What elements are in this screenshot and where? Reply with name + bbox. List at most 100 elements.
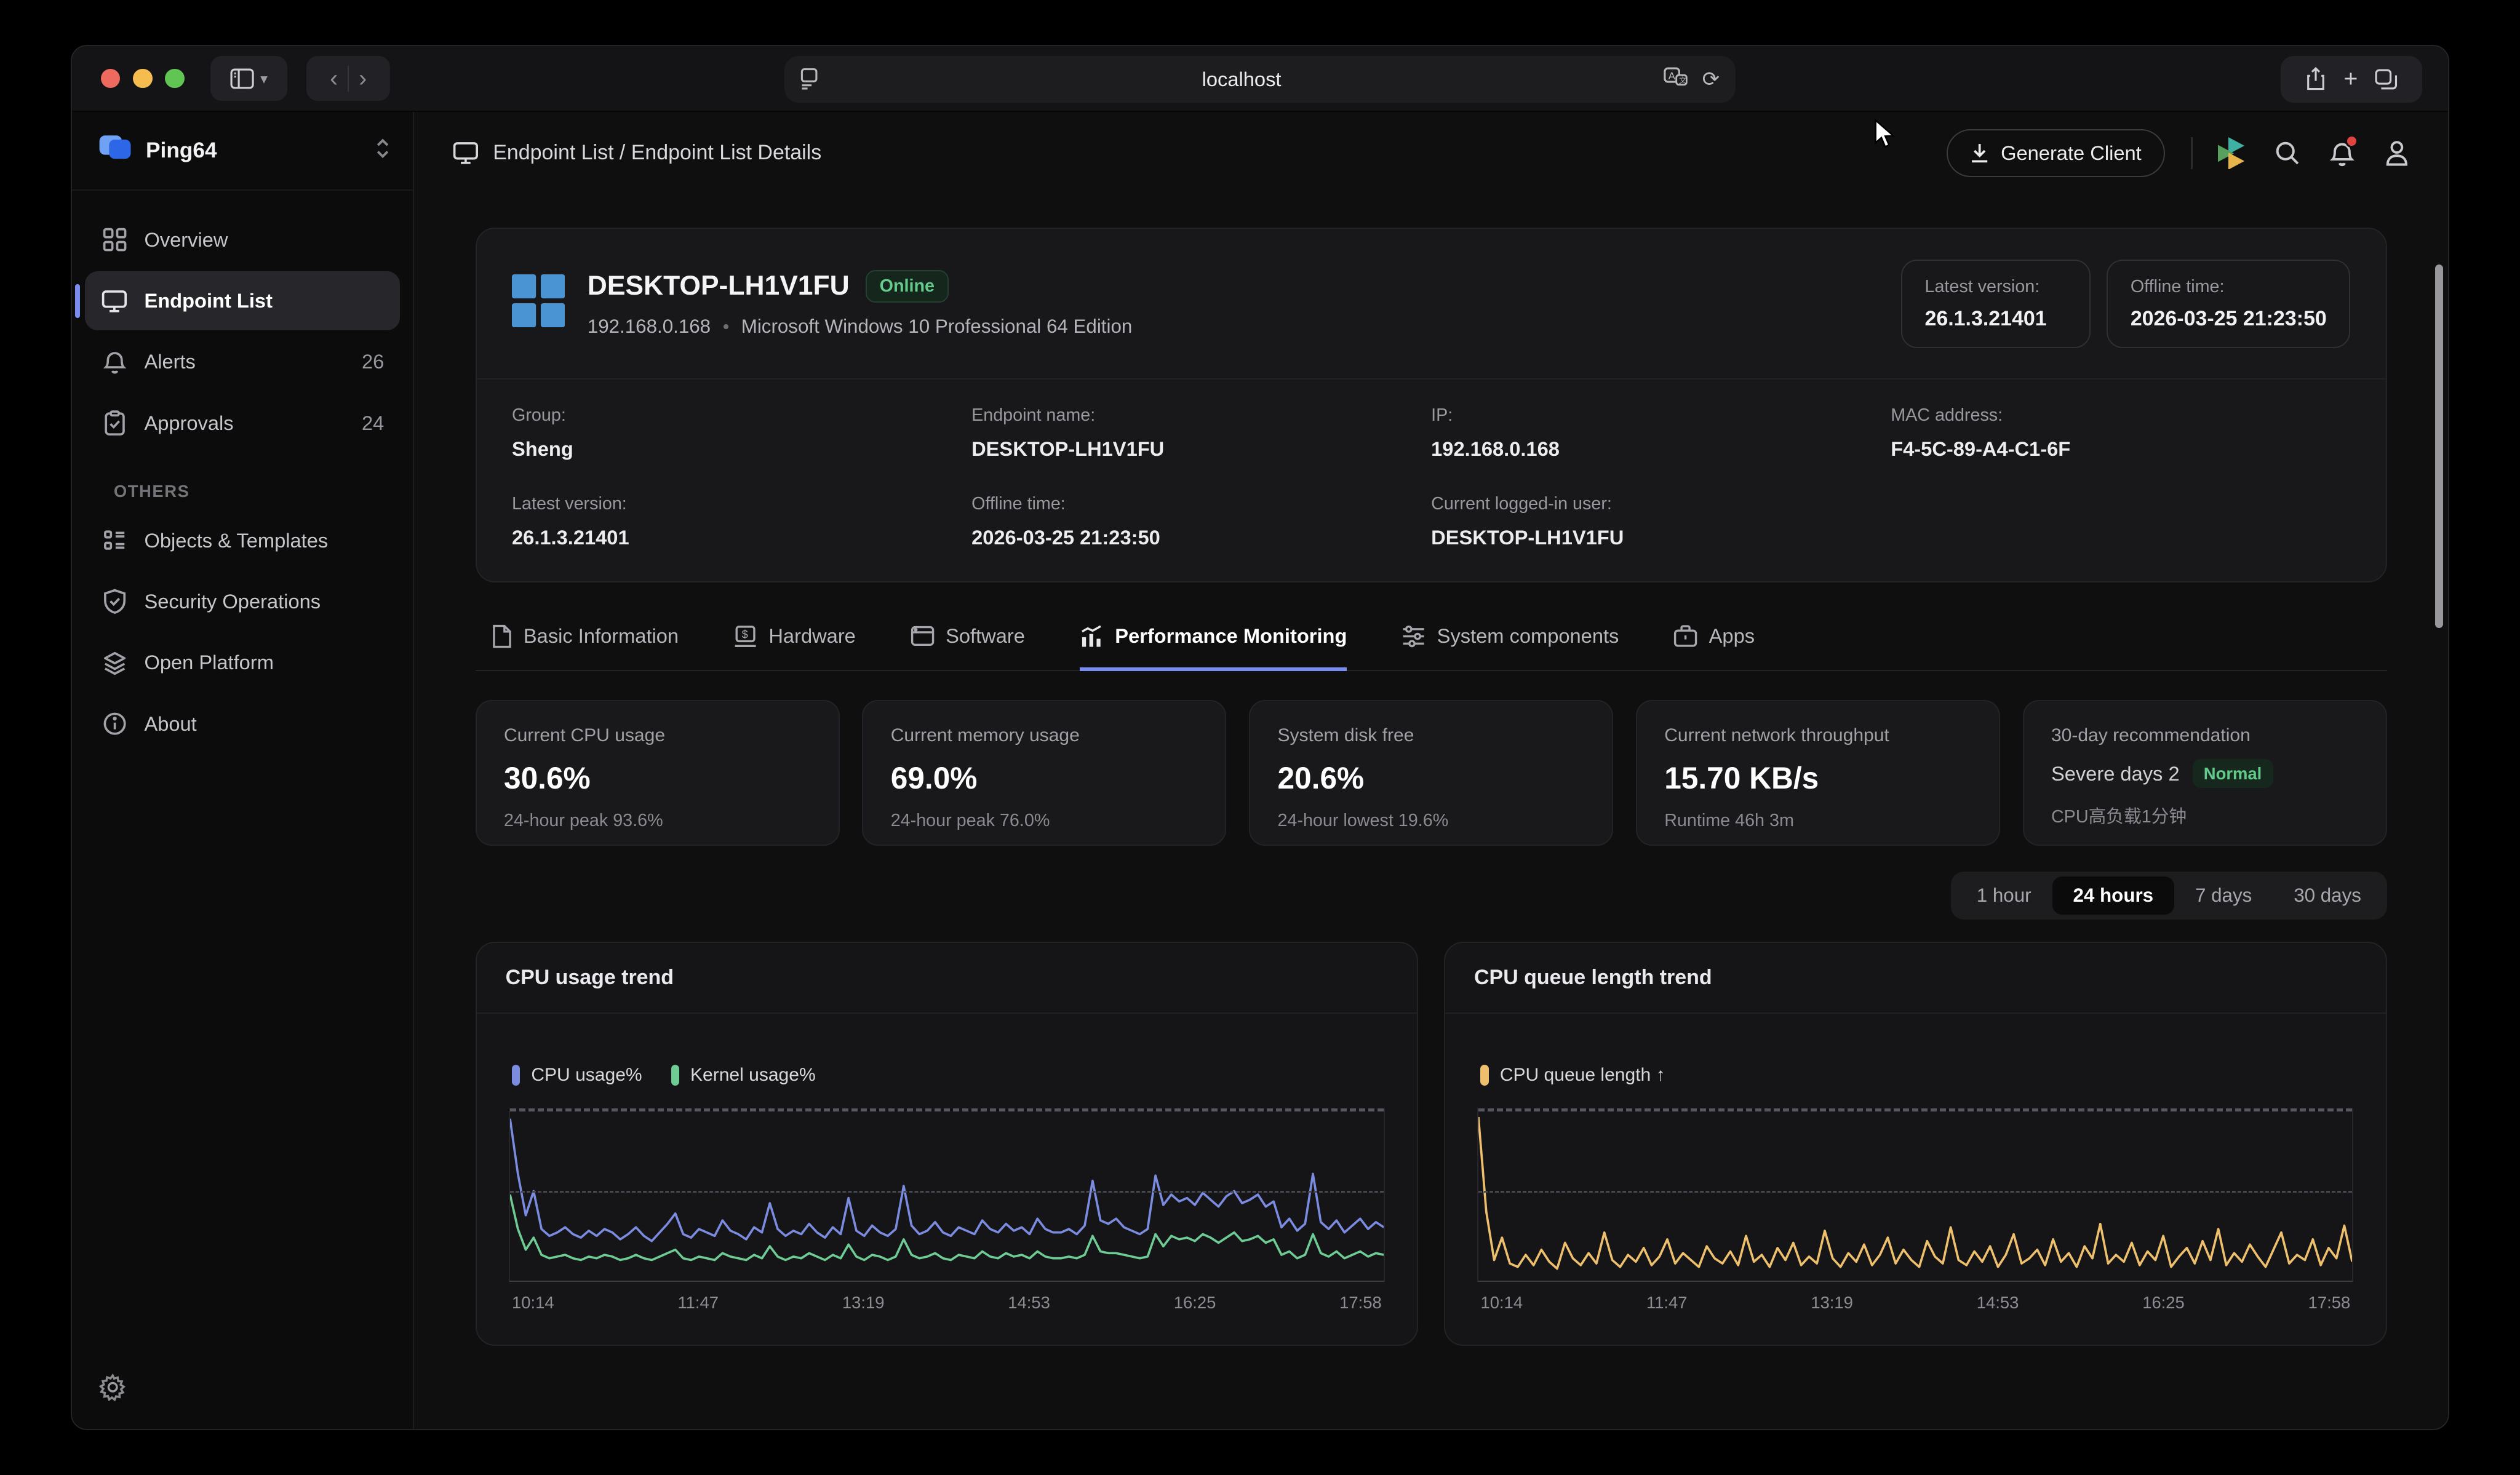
monitor-icon	[453, 141, 479, 165]
sidebar-item-open-platform[interactable]: Open Platform	[85, 633, 401, 693]
zoom-window-button[interactable]	[165, 69, 184, 88]
translate-icon[interactable]: A 文	[1664, 65, 1688, 94]
stat-sub: 24-hour lowest 19.6%	[1277, 811, 1584, 831]
layers-icon	[101, 649, 128, 676]
device-name: DESKTOP-LH1V1FU	[588, 271, 850, 301]
url-text[interactable]: localhost	[819, 68, 1664, 91]
file-icon	[492, 624, 512, 648]
url-bar[interactable]: localhost A 文 ⟳	[784, 56, 1736, 103]
online-status-badge: Online	[866, 270, 949, 303]
sidebar-toggle-button[interactable]: ▾	[210, 56, 287, 101]
traffic-lights	[101, 69, 185, 88]
info-label: Latest version:	[512, 494, 971, 514]
time-range-selector: 1 hour 24 hours 7 days 30 days	[1951, 872, 2387, 920]
cpu-usage-plot[interactable]	[509, 1108, 1385, 1282]
stat-sub: 24-hour peak 76.0%	[891, 811, 1198, 831]
tab-software[interactable]: Software	[911, 624, 1025, 672]
tab-hardware[interactable]: $ Hardware	[733, 624, 856, 672]
range-7-days[interactable]: 7 days	[2174, 877, 2273, 915]
tab-apps[interactable]: Apps	[1673, 624, 1755, 672]
info-value: 2026-03-25 21:23:50	[971, 526, 1431, 549]
user-avatar-icon[interactable]	[2384, 140, 2410, 167]
page-format-icon[interactable]	[800, 68, 819, 90]
cpu-queue-plot[interactable]	[1477, 1108, 2353, 1282]
device-summary-card: DESKTOP-LH1V1FU Online 192.168.0.168 Mic…	[476, 228, 2387, 582]
tab-basic-information[interactable]: Basic Information	[492, 624, 679, 672]
info-value: DESKTOP-LH1V1FU	[1431, 526, 1891, 549]
sidebar-item-endpoint-list[interactable]: Endpoint List	[85, 271, 401, 331]
breadcrumb-text: Endpoint List / Endpoint List Details	[493, 141, 821, 165]
sidebar-item-label: Alerts	[144, 350, 195, 373]
sidebar-item-security-operations[interactable]: Security Operations	[85, 572, 401, 632]
charts-row: CPU usage trend CPU usage% Ke	[476, 942, 2387, 1346]
x-axis-ticks: 10:1411:4713:1914:5316:2517:58	[509, 1282, 1385, 1329]
tab-performance-monitoring[interactable]: Performance Monitoring	[1080, 624, 1347, 672]
legend-kernel-usage[interactable]: Kernel usage%	[671, 1065, 816, 1086]
sidebar-item-approvals[interactable]: Approvals 24	[85, 393, 401, 453]
range-24-hours[interactable]: 24 hours	[2052, 877, 2174, 915]
scrollbar-thumb[interactable]	[2435, 264, 2443, 627]
stat-value: 15.70 KB/s	[1664, 760, 1971, 796]
tab-label: Apps	[1709, 624, 1755, 648]
sidebar-item-objects-templates[interactable]: Objects & Templates	[85, 511, 401, 571]
tab-label: Software	[946, 624, 1025, 648]
close-window-button[interactable]	[101, 69, 120, 88]
breadcrumb[interactable]: Endpoint List / Endpoint List Details	[453, 141, 821, 165]
cpu-usage-trend-card: CPU usage trend CPU usage% Ke	[476, 942, 1419, 1346]
brand-triangles-icon[interactable]	[2218, 137, 2245, 169]
x-tick: 13:19	[842, 1293, 885, 1313]
stat-value: 69.0%	[891, 760, 1198, 796]
sidebar-item-label: Open Platform	[144, 651, 273, 674]
dot-separator	[724, 324, 728, 329]
settings-gear-icon[interactable]	[99, 1374, 126, 1407]
main-content: Endpoint List / Endpoint List Details Ge…	[414, 112, 2448, 1429]
tab-overview-icon[interactable]	[2375, 69, 2398, 90]
sidebar-item-label: Endpoint List	[144, 289, 273, 312]
approvals-count-badge: 24	[362, 411, 384, 435]
sidebar-item-about[interactable]: About	[85, 694, 401, 753]
range-1-hour[interactable]: 1 hour	[1956, 877, 2052, 915]
share-icon[interactable]	[2305, 67, 2326, 91]
legend-swatch	[512, 1065, 520, 1086]
info-cell-group: Group: Sheng	[512, 405, 971, 460]
info-cell-offline-time: Offline time: 2026-03-25 21:23:50	[971, 494, 1431, 549]
x-tick: 14:53	[1977, 1293, 2019, 1313]
search-icon[interactable]	[2275, 140, 2300, 166]
x-axis-ticks: 10:1411:4713:1914:5316:2517:58	[1477, 1282, 2353, 1329]
range-30-days[interactable]: 30 days	[2273, 877, 2382, 915]
info-icon	[101, 710, 128, 738]
chart-title: CPU usage trend	[477, 943, 1418, 1013]
generate-client-button[interactable]: Generate Client	[1947, 129, 2165, 177]
mini-card-label: Latest version:	[1924, 277, 2067, 297]
info-value: 192.168.0.168	[1431, 437, 1891, 461]
sidebar-item-label: Security Operations	[144, 590, 321, 613]
minimize-window-button[interactable]	[133, 69, 152, 88]
sidebar-item-alerts[interactable]: Alerts 26	[85, 332, 401, 392]
workspace-switcher[interactable]: Ping64	[72, 112, 413, 191]
info-label: Group:	[512, 405, 971, 426]
info-cell-latest-version: Latest version: 26.1.3.21401	[512, 494, 971, 549]
sidebar-item-label: Overview	[144, 228, 228, 252]
workspace-caret-icon[interactable]	[375, 136, 391, 165]
sidebar-item-overview[interactable]: Overview	[85, 210, 401, 270]
notifications-bell-icon[interactable]	[2329, 140, 2355, 167]
stat-title: Current network throughput	[1664, 725, 1971, 746]
tab-system-components[interactable]: System components	[1402, 624, 1619, 672]
legend-label: Kernel usage%	[690, 1065, 816, 1086]
stat-cpu-usage: Current CPU usage 30.6% 24-hour peak 93.…	[476, 700, 840, 846]
offline-time-card: Offline time: 2026-03-25 21:23:50	[2107, 260, 2350, 348]
legend-cpu-queue-length[interactable]: CPU queue length ↑	[1480, 1065, 1665, 1086]
list-items-icon	[101, 527, 128, 554]
alerts-count-badge: 26	[362, 350, 384, 373]
stat-title: Current memory usage	[891, 725, 1198, 746]
legend-cpu-usage[interactable]: CPU usage%	[512, 1065, 642, 1086]
stat-sub: 24-hour peak 93.6%	[504, 811, 811, 831]
new-tab-icon[interactable]: +	[2344, 66, 2358, 93]
info-label: Endpoint name:	[971, 405, 1431, 426]
forward-button[interactable]: ›	[359, 66, 367, 90]
info-cell-mac: MAC address: F4-5C-89-A4-C1-6F	[1891, 405, 2350, 460]
back-button[interactable]: ‹	[330, 66, 338, 90]
reload-icon[interactable]: ⟳	[1702, 67, 1720, 92]
x-tick: 13:19	[1811, 1293, 1853, 1313]
window-icon	[911, 626, 935, 646]
